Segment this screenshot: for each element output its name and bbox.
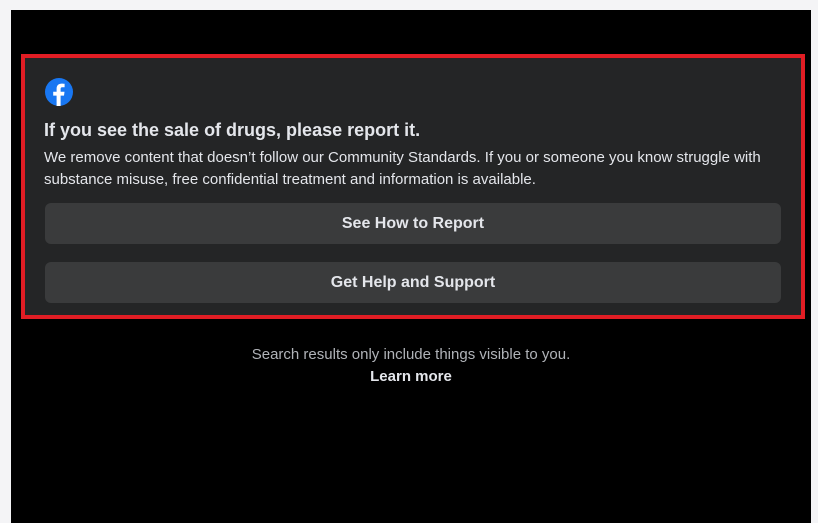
search-results-panel: If you see the sale of drugs, please rep… bbox=[11, 10, 811, 523]
facebook-logo-icon bbox=[45, 78, 73, 106]
notice-description: We remove content that doesn’t follow ou… bbox=[44, 149, 761, 188]
drug-sale-notice-card: If you see the sale of drugs, please rep… bbox=[21, 54, 805, 319]
see-how-to-report-button[interactable]: See How to Report bbox=[45, 203, 781, 244]
get-help-and-support-button[interactable]: Get Help and Support bbox=[45, 262, 781, 303]
learn-more-link[interactable]: Learn more bbox=[370, 368, 452, 385]
notice-title: If you see the sale of drugs, please rep… bbox=[44, 120, 421, 140]
search-visibility-note: Search results only include things visib… bbox=[251, 346, 571, 363]
